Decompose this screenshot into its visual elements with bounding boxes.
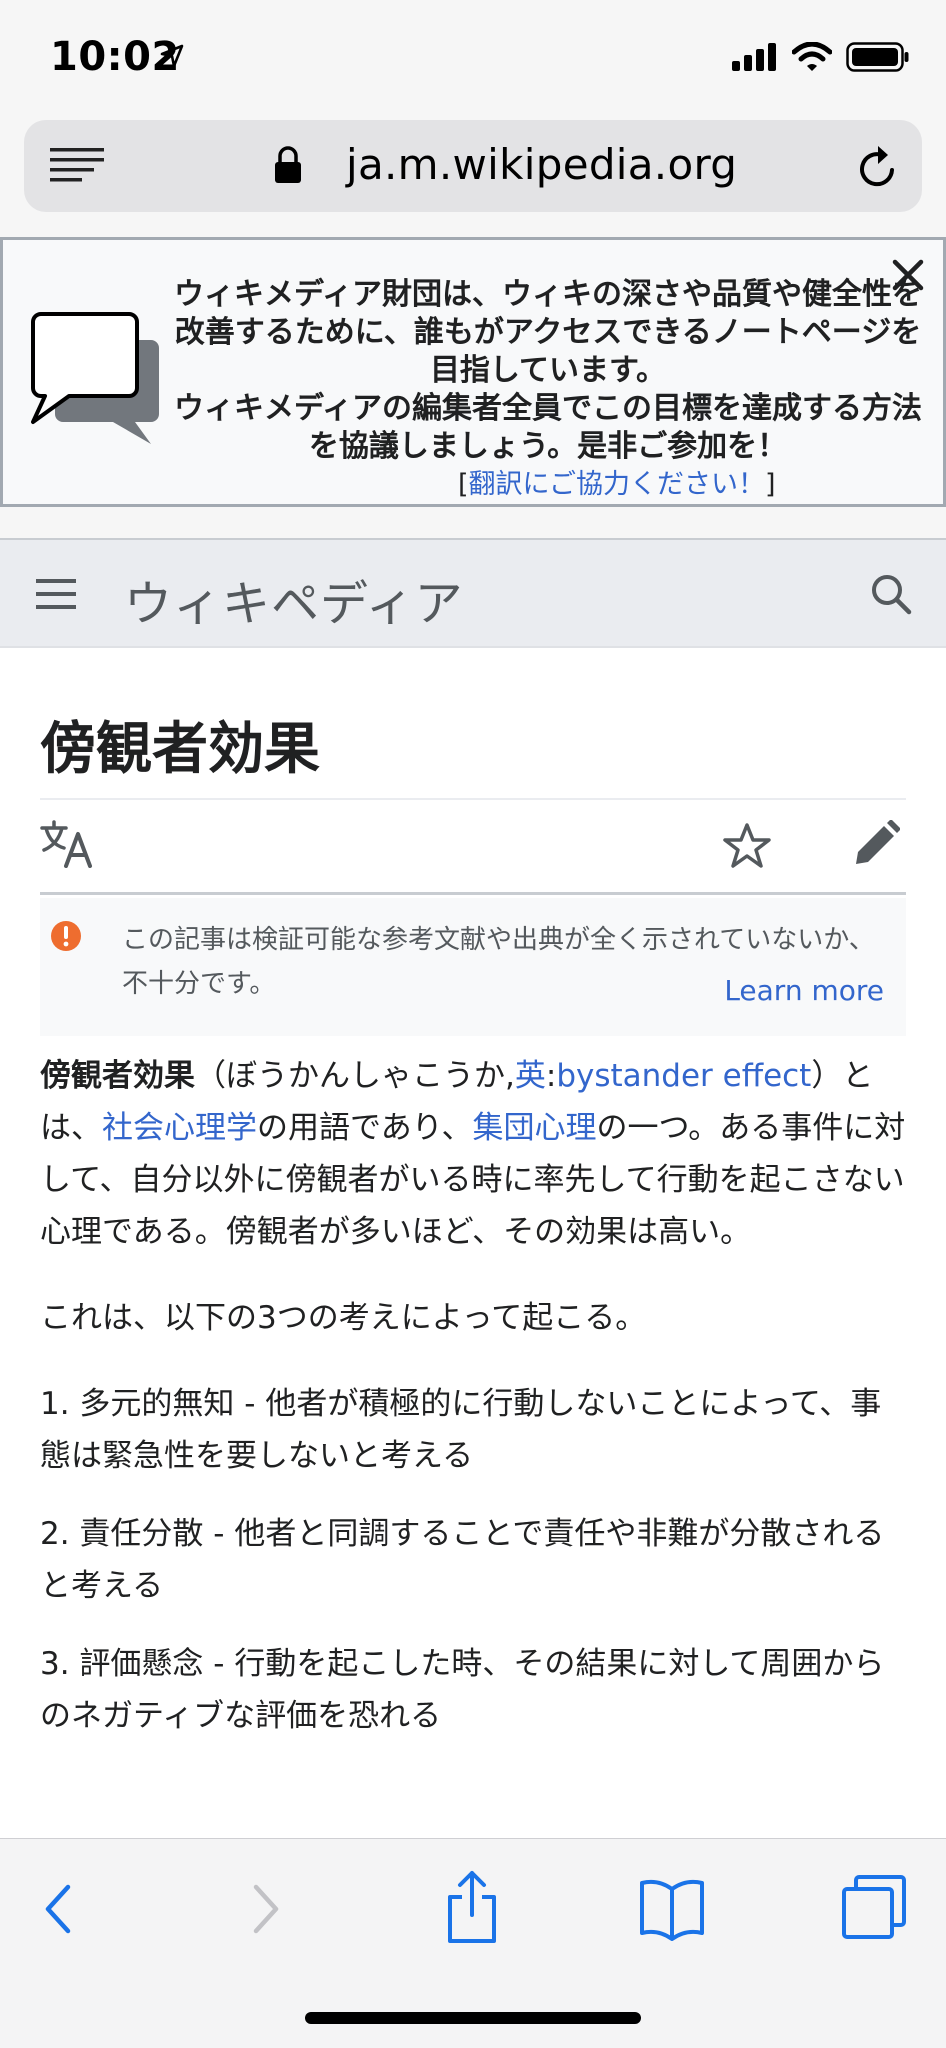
back-chevron-icon[interactable] [40,1881,76,1941]
paragraph-causes: これは、以下の3つの考えによって起こる。 [40,1300,647,1336]
actions-divider [40,892,906,895]
hamburger-menu-icon[interactable] [36,578,76,614]
list-item: 3. 評価懸念 - 行動を起こした時、その結果に対して周囲からのネガティブな評価… [40,1646,885,1734]
group-psychology-link[interactable]: 集団心理 [472,1110,596,1146]
cellular-signal-icon [732,43,778,75]
address-bar[interactable]: ja.m.wikipedia.org [24,120,922,212]
bookmarks-icon[interactable] [638,1877,706,1945]
edit-pencil-icon[interactable] [852,819,901,872]
page-title: 傍観者効果 [40,716,320,782]
speech-bubble-icon [29,310,161,450]
english-term-link[interactable]: bystander effect [556,1058,811,1094]
forward-chevron-icon[interactable] [248,1881,284,1941]
search-icon[interactable] [870,573,912,619]
list-item: 1. 多元的無知 - 他者が積極的に行動しないことによって、事態は緊急性を要しな… [40,1386,882,1474]
wifi-icon [791,41,833,76]
reader-view-icon[interactable] [50,148,104,188]
translate-bracket-open: [ [458,469,469,500]
intro-text-2: の用語であり、 [257,1110,473,1146]
title-divider [40,798,906,800]
intro-term: 傍観者効果 [40,1058,195,1094]
url-text[interactable]: ja.m.wikipedia.org [346,140,737,189]
intro-reading: （ぼうかんしゃこうか, [195,1058,515,1094]
list-item: 2. 責任分散 - 他者と同調することで責任や非難が分散されると考える [40,1516,885,1604]
reload-icon[interactable] [854,140,902,194]
tabs-icon[interactable] [840,1875,908,1945]
status-bar: 10:02 [0,0,946,110]
intro-paragraph: 傍観者効果（ぼうかんしゃこうか,英:bystander effect）とは、社会… [40,1050,906,1258]
english-lang-link[interactable]: 英 [515,1058,546,1094]
article-body: 傍観者効果（ぼうかんしゃこうか,英:bystander effect）とは、社会… [40,1050,906,1768]
share-icon[interactable] [444,1869,500,1949]
banner-message-line2: ウィキメディアの編集者全員でこの目標を達成する方法を協議しましょう。是非ご参加を… [174,391,922,464]
issues-notice[interactable]: この記事は検証可能な参考文献や出典が全く示されていないか、不十分です。 Lear… [40,898,906,1036]
banner-translate: [翻訳にご協力ください！] [458,462,776,501]
translate-link[interactable]: 翻訳にご協力ください！ [469,469,765,500]
watch-star-icon[interactable] [722,822,772,874]
page-content: 傍観者効果 この記事は検証可能な参考文献や出典が全く示されていないか、不十分です… [0,648,946,1838]
home-indicator[interactable] [305,2012,641,2024]
learn-more-link[interactable]: Learn more [724,974,884,1007]
site-header: ウィキペディア [0,538,946,648]
site-title[interactable]: ウィキペディア [124,564,464,634]
alert-icon [50,920,82,956]
central-notice-banner: ウィキメディア財団は、ウィキの深さや品質や健全性を改善するために、誰もがアクセス… [0,237,946,507]
location-arrow-icon [160,44,184,72]
battery-icon [846,42,910,76]
lock-icon [274,146,302,188]
translate-bracket-close: ] [765,469,776,500]
banner-message: ウィキメディア財団は、ウィキの深さや品質や健全性を改善するために、誰もがアクセス… [163,276,933,466]
banner-message-line1: ウィキメディア財団は、ウィキの深さや品質や健全性を改善するために、誰もがアクセス… [174,277,922,388]
intro-colon: : [545,1058,557,1094]
social-psychology-link[interactable]: 社会心理学 [102,1110,257,1146]
language-icon[interactable] [40,820,96,872]
